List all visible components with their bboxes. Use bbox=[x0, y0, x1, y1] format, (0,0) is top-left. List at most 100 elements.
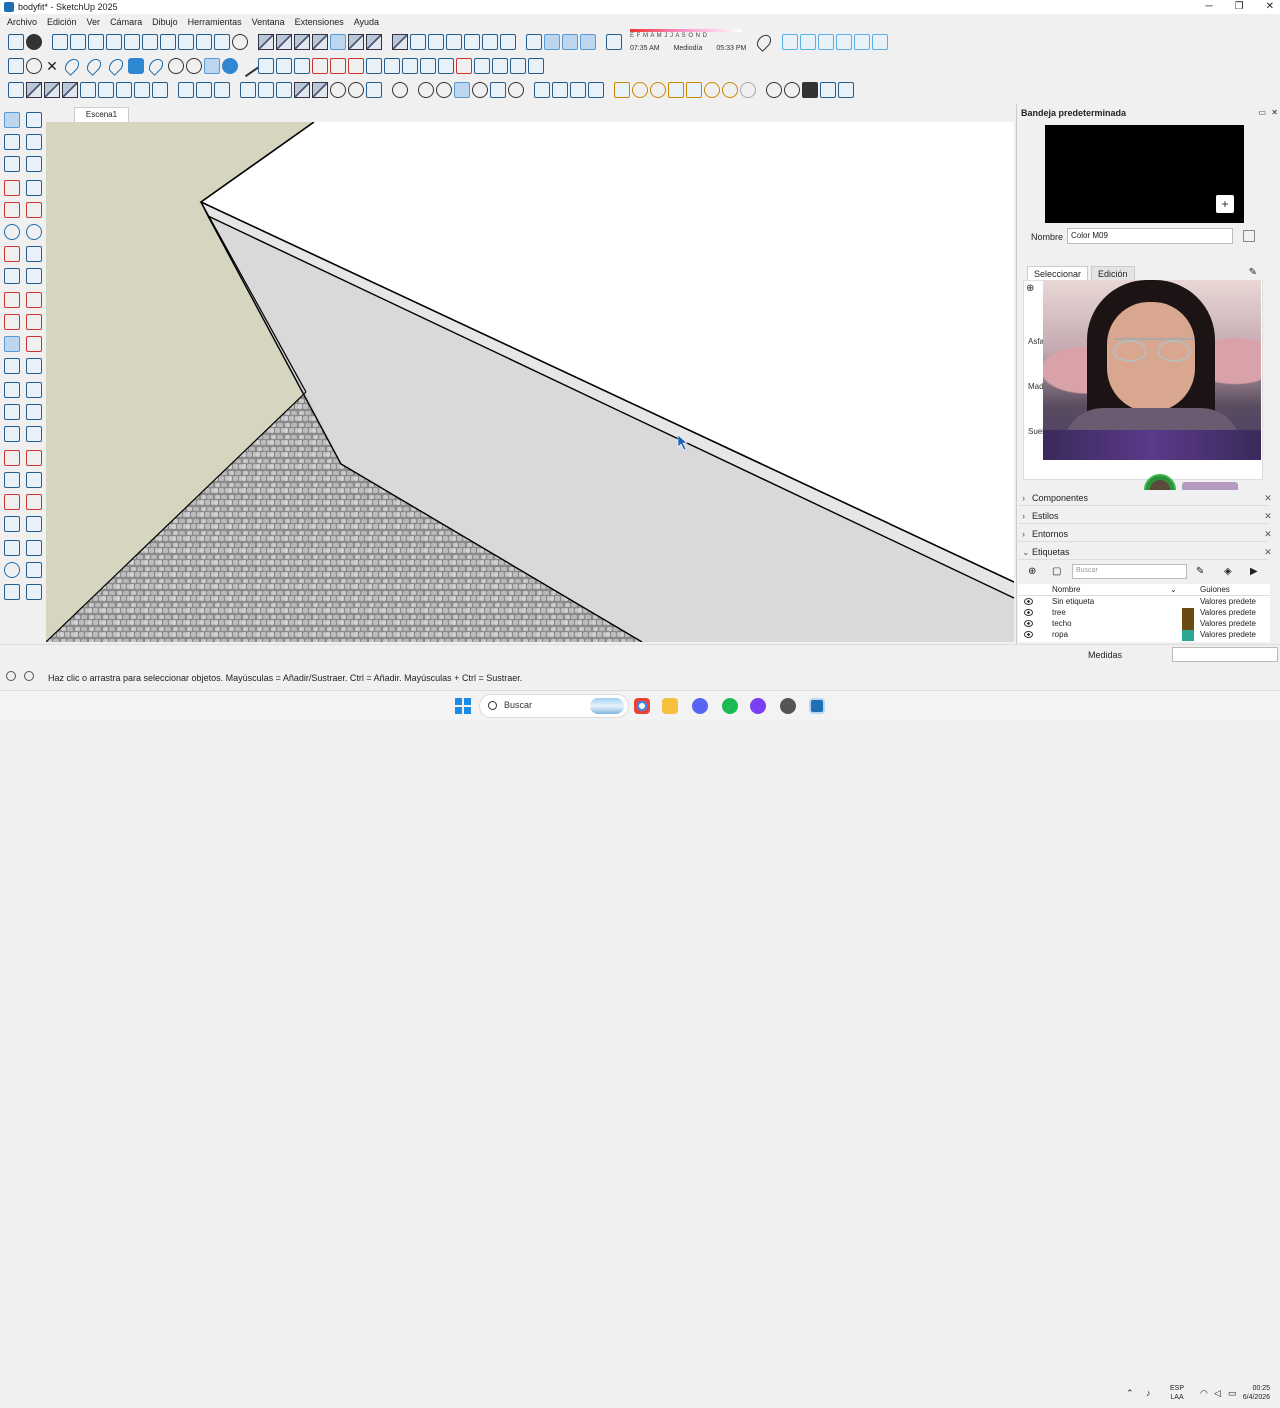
zoom-icon[interactable] bbox=[4, 472, 20, 488]
save-icon[interactable] bbox=[88, 34, 104, 50]
tag-color-swatch[interactable] bbox=[1182, 630, 1194, 641]
text-tool-icon[interactable] bbox=[4, 404, 20, 420]
redo-icon[interactable] bbox=[196, 34, 212, 50]
pie-icon-2[interactable] bbox=[436, 82, 452, 98]
refresh-red-icon[interactable] bbox=[348, 58, 364, 74]
export-icon[interactable] bbox=[820, 82, 836, 98]
reload-icon[interactable] bbox=[766, 82, 782, 98]
menu-ventana[interactable]: Ventana bbox=[247, 15, 290, 29]
tag-row[interactable]: techo Valores predete bbox=[1018, 619, 1270, 630]
spotify-icon[interactable] bbox=[722, 698, 738, 714]
hexagon-icon-1[interactable] bbox=[258, 58, 274, 74]
tag-search-input[interactable]: Buscar bbox=[1072, 564, 1187, 579]
render-icon-5[interactable] bbox=[686, 82, 702, 98]
split-icon[interactable] bbox=[330, 58, 346, 74]
hatch-icon[interactable] bbox=[80, 82, 96, 98]
magnet-icon[interactable] bbox=[186, 58, 202, 74]
undo-icon[interactable] bbox=[178, 34, 194, 50]
taskbar-search[interactable]: Buscar bbox=[479, 694, 629, 718]
hidden-line-icon[interactable] bbox=[312, 34, 328, 50]
visibility-eye-icon[interactable] bbox=[1024, 620, 1033, 627]
hexagon-icon-3[interactable] bbox=[294, 58, 310, 74]
hand-icon[interactable] bbox=[366, 82, 382, 98]
add-folder-icon[interactable]: ▢ bbox=[1052, 566, 1061, 577]
add-circle-icon[interactable] bbox=[222, 58, 238, 74]
component-cube-icon-1[interactable] bbox=[44, 82, 60, 98]
drop-icon-1[interactable] bbox=[62, 56, 82, 76]
add-icon[interactable]: ⊕ bbox=[1026, 283, 1034, 294]
render-icon-4[interactable] bbox=[668, 82, 684, 98]
tab-scene-1[interactable]: Escena1 bbox=[74, 107, 129, 123]
axes-icon[interactable] bbox=[26, 382, 42, 398]
pie-tool-icon[interactable] bbox=[26, 268, 42, 284]
panel-environments[interactable]: › Entornos ✕ bbox=[1018, 526, 1272, 542]
section-cut-icon[interactable] bbox=[562, 34, 578, 50]
panel-styles[interactable]: › Estilos ✕ bbox=[1018, 508, 1272, 524]
eyedropper-icon[interactable]: ✎ bbox=[1249, 267, 1257, 278]
chevron-up-icon[interactable]: ⌃ bbox=[1126, 1388, 1134, 1399]
material-item-floor[interactable]: Suel bbox=[1028, 427, 1044, 436]
pan-icon[interactable] bbox=[4, 450, 20, 466]
3d-viewport[interactable] bbox=[46, 122, 1014, 642]
scale-icon[interactable] bbox=[4, 336, 20, 352]
subtract-icon[interactable] bbox=[258, 82, 274, 98]
menu-camara[interactable]: Cámara bbox=[105, 15, 147, 29]
visibility-eye-icon[interactable] bbox=[1024, 609, 1033, 616]
solid-icon-1[interactable] bbox=[294, 82, 310, 98]
sandbox-contours-icon[interactable] bbox=[4, 562, 20, 578]
minimize-button[interactable]: ─ bbox=[1206, 0, 1213, 14]
chain-icon[interactable] bbox=[168, 58, 184, 74]
edit-component-icon[interactable] bbox=[98, 82, 114, 98]
arc-2pt-icon[interactable] bbox=[26, 246, 42, 262]
geo-location-icon[interactable] bbox=[754, 32, 775, 52]
dimension-icon[interactable] bbox=[4, 382, 20, 398]
paint-bucket-icon[interactable] bbox=[4, 134, 20, 150]
render-icon-6[interactable] bbox=[704, 82, 720, 98]
print-icon[interactable] bbox=[214, 34, 230, 50]
shadows-toggle-icon[interactable] bbox=[606, 34, 622, 50]
freehand-icon[interactable] bbox=[26, 180, 42, 196]
grid-box-icon[interactable] bbox=[116, 82, 132, 98]
iso-view-icon[interactable] bbox=[392, 34, 408, 50]
render-icon-8[interactable] bbox=[740, 82, 756, 98]
grid-icon-10[interactable] bbox=[528, 58, 544, 74]
tray-close-icon[interactable]: ✕ bbox=[1271, 108, 1278, 117]
drop-icon-3[interactable] bbox=[106, 56, 126, 76]
grid-icon-3[interactable] bbox=[402, 58, 418, 74]
drop-icon-4[interactable] bbox=[146, 56, 166, 76]
close-icon[interactable]: ✕ bbox=[1262, 492, 1274, 504]
component-icon-4[interactable] bbox=[836, 34, 853, 50]
visibility-eye-icon[interactable] bbox=[1024, 631, 1033, 638]
sort-chevron-icon[interactable]: ⌄ bbox=[1170, 585, 1177, 594]
tray-pin-icon[interactable]: ▭ bbox=[1258, 108, 1266, 117]
app-purple-icon[interactable] bbox=[750, 698, 766, 714]
offset-icon[interactable] bbox=[26, 336, 42, 352]
wireframe-icon[interactable] bbox=[294, 34, 310, 50]
back-edges-icon[interactable] bbox=[276, 34, 292, 50]
tag-row[interactable]: Sin etiqueta Valores predete bbox=[1018, 597, 1270, 608]
volume-icon[interactable]: ◁ bbox=[1214, 1388, 1221, 1399]
create-material-icon[interactable]: + bbox=[1216, 195, 1234, 213]
hexagon-icon-2[interactable] bbox=[276, 58, 292, 74]
rotate-icon[interactable] bbox=[4, 314, 20, 330]
reload-all-icon[interactable] bbox=[784, 82, 800, 98]
grid-icon-2[interactable] bbox=[384, 58, 400, 74]
file-explorer-icon[interactable] bbox=[662, 698, 678, 714]
visibility-eye-icon[interactable] bbox=[1024, 598, 1033, 605]
rectangle-tool-icon[interactable] bbox=[8, 58, 24, 74]
pointer-tool-icon[interactable] bbox=[178, 82, 194, 98]
tag-row[interactable]: ropa Valores predete bbox=[1018, 630, 1270, 641]
sandbox-scratch-icon[interactable] bbox=[26, 562, 42, 578]
language-indicator[interactable]: ESP LAA bbox=[1170, 1384, 1184, 1402]
left-view-icon[interactable] bbox=[482, 34, 498, 50]
solid-icon-2[interactable] bbox=[312, 82, 328, 98]
section-plane-icon[interactable] bbox=[526, 34, 542, 50]
sphere-icon[interactable] bbox=[330, 82, 346, 98]
discord-icon[interactable] bbox=[692, 698, 708, 714]
close-button[interactable]: ✕ bbox=[1266, 0, 1274, 14]
grid-icon-8[interactable] bbox=[492, 58, 508, 74]
render-icon-7[interactable] bbox=[722, 82, 738, 98]
look-icon[interactable] bbox=[4, 540, 20, 556]
menu-ayuda[interactable]: Ayuda bbox=[349, 15, 384, 29]
section-tool-icon[interactable] bbox=[26, 540, 42, 556]
